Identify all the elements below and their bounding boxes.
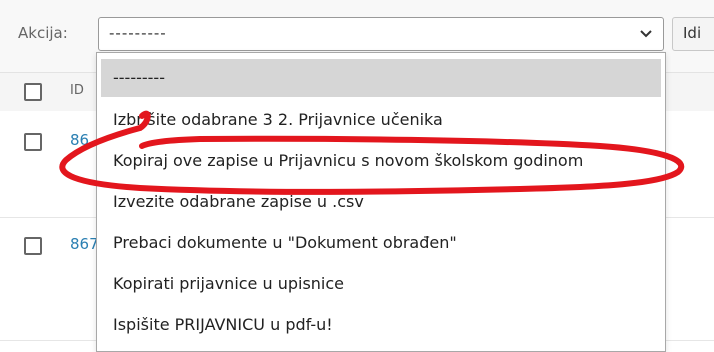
dropdown-option-delete-selected[interactable]: Izbrišite odabrane 3 2. Prijavnice učeni… <box>101 101 661 139</box>
dropdown-option-move-documents[interactable]: Prebaci dokumente u "Dokument obrađen" <box>101 224 661 262</box>
action-select-value: --------- <box>109 24 167 42</box>
id-column-header[interactable]: ID <box>70 83 84 98</box>
row-checkbox[interactable] <box>24 133 42 151</box>
action-select[interactable]: --------- <box>98 17 664 51</box>
dropdown-option-export-csv[interactable]: Izvezite odabrane zapise u .csv <box>101 183 661 221</box>
action-label: Akcija: <box>18 24 68 42</box>
row-id-link[interactable]: 86 <box>70 131 89 149</box>
go-button[interactable]: Idi <box>672 17 714 51</box>
chevron-down-icon <box>640 30 652 38</box>
action-dropdown-list: --------- Izbrišite odabrane 3 2. Prijav… <box>96 52 666 352</box>
dropdown-option-empty[interactable]: --------- <box>101 59 661 97</box>
dropdown-option-copy-new-school-year[interactable]: Kopiraj ove zapise u Prijavnicu s novom … <box>101 142 661 180</box>
select-all-checkbox[interactable] <box>24 83 42 101</box>
dropdown-option-copy-to-enrollments[interactable]: Kopirati prijavnice u upisnice <box>101 265 661 303</box>
row-id-link[interactable]: 867 <box>70 235 99 253</box>
row-checkbox[interactable] <box>24 237 42 255</box>
dropdown-option-print-pdf[interactable]: Ispišite PRIJAVNICU u pdf-u! <box>101 306 661 344</box>
